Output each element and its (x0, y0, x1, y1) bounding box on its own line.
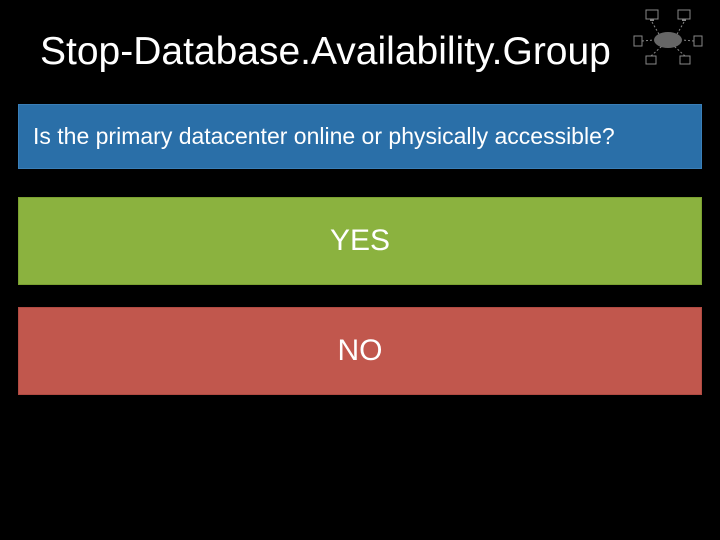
no-label: NO (33, 334, 687, 368)
network-diagram-icon (628, 8, 708, 68)
slide-content: Is the primary datacenter online or phys… (0, 94, 720, 395)
no-button[interactable]: NO (18, 307, 702, 395)
question-text: Is the primary datacenter online or phys… (33, 123, 687, 150)
slide-header: Stop-Database.Availability.Group (0, 0, 720, 94)
page-title: Stop-Database.Availability.Group (40, 30, 680, 74)
yes-button[interactable]: YES (18, 197, 702, 285)
yes-label: YES (33, 224, 687, 258)
question-box: Is the primary datacenter online or phys… (18, 104, 702, 169)
